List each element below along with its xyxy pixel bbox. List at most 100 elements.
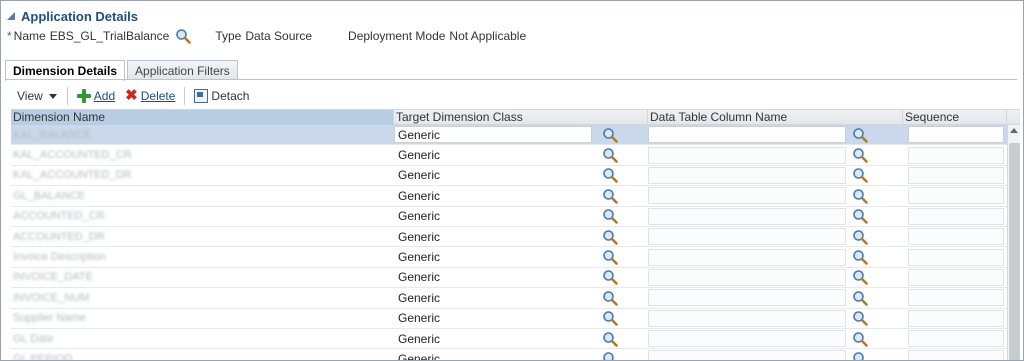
search-icon[interactable]	[850, 208, 870, 225]
view-menu-button[interactable]: View	[11, 86, 63, 106]
column-header-target-dimension-class[interactable]: Target Dimension Class	[394, 110, 648, 125]
sequence-input[interactable]	[908, 187, 1004, 205]
data-table-column-input[interactable]	[648, 350, 846, 360]
collapse-icon[interactable]	[7, 12, 15, 20]
add-button[interactable]: Add	[72, 86, 120, 106]
target-dimension-class-cell: Generic	[394, 268, 648, 287]
data-table-column-input[interactable]	[648, 166, 846, 184]
sequence-input[interactable]	[908, 166, 1004, 184]
table-row[interactable]: KAL_BALANCE	[11, 125, 1007, 146]
target-dimension-class-value: Generic	[398, 250, 441, 265]
toolbar-separator	[184, 87, 186, 105]
deployment-mode-value: Not Applicable	[449, 29, 527, 43]
table-row[interactable]: INVOICE_DATE Generic	[11, 268, 1007, 289]
search-icon[interactable]	[600, 310, 620, 327]
data-table-column-input[interactable]	[648, 228, 846, 246]
search-icon[interactable]	[600, 188, 620, 204]
data-table-column-input[interactable]	[648, 268, 846, 286]
search-icon[interactable]	[850, 167, 870, 184]
tab-dimension-details[interactable]: Dimension Details	[5, 60, 126, 81]
sequence-input[interactable]	[908, 126, 1004, 144]
sequence-input[interactable]	[908, 268, 1004, 286]
search-icon[interactable]	[175, 28, 192, 44]
data-table-column-input[interactable]	[648, 309, 846, 327]
sequence-input[interactable]	[908, 350, 1004, 360]
search-icon[interactable]	[600, 331, 620, 347]
section-header[interactable]: Application Details	[7, 8, 138, 24]
column-header-dimension-name[interactable]: Dimension Name	[11, 110, 394, 125]
sequence-input[interactable]	[908, 207, 1004, 225]
dimension-name-cell: INVOICE_NUM	[11, 288, 394, 307]
scrollbar-thumb[interactable]	[1009, 143, 1020, 360]
sequence-cell	[903, 349, 1007, 360]
search-icon[interactable]	[850, 147, 870, 163]
data-table-column-cell	[648, 145, 903, 164]
search-icon[interactable]	[600, 229, 620, 245]
vertical-scrollbar[interactable]	[1007, 125, 1020, 360]
column-header-sequence[interactable]: Sequence	[903, 110, 1007, 125]
search-icon[interactable]	[850, 351, 870, 360]
target-dimension-class-input[interactable]	[394, 126, 592, 144]
search-icon[interactable]	[600, 167, 620, 184]
search-icon[interactable]	[850, 229, 870, 245]
sequence-input[interactable]	[908, 330, 1004, 348]
table-row[interactable]: INVOICE_NUM Generic	[11, 288, 1007, 309]
table-row[interactable]: GL PERIOD Generic	[11, 349, 1007, 361]
target-dimension-class-cell: Generic	[394, 349, 648, 360]
column-header-data-table-column-name[interactable]: Data Table Column Name	[648, 110, 903, 125]
sequence-input[interactable]	[908, 248, 1004, 266]
target-dimension-class-value: Generic	[398, 270, 441, 285]
data-table-column-input[interactable]	[648, 146, 846, 164]
detach-button[interactable]: Detach	[189, 86, 254, 106]
dimension-name-value: GL_BALANCE	[13, 189, 86, 202]
detach-label: Detach	[211, 89, 250, 103]
data-table-column-input[interactable]	[648, 187, 846, 205]
search-icon[interactable]	[850, 188, 870, 204]
table-row[interactable]: Invoice Description Generic	[11, 247, 1007, 268]
search-icon[interactable]	[600, 351, 620, 360]
sequence-input[interactable]	[908, 309, 1004, 327]
search-icon[interactable]	[600, 269, 620, 286]
dimension-name-cell: ACCOUNTED_CR	[11, 207, 394, 226]
search-icon[interactable]	[850, 331, 870, 347]
search-icon[interactable]	[600, 127, 620, 143]
search-icon[interactable]	[600, 249, 620, 265]
table-row[interactable]: ACCOUNTED_CR Generic	[11, 207, 1007, 227]
search-icon[interactable]	[850, 310, 870, 327]
search-icon[interactable]	[850, 127, 870, 143]
sequence-input[interactable]	[908, 289, 1004, 307]
sequence-cell	[903, 268, 1007, 287]
table-row[interactable]: GL Date Generic	[11, 329, 1007, 350]
dimension-name-value: GL PERIOD	[13, 352, 73, 361]
sequence-input[interactable]	[908, 228, 1004, 246]
target-dimension-class-value: Generic	[398, 209, 441, 224]
sequence-input[interactable]	[908, 146, 1004, 164]
dimension-name-value: Supplier Name	[13, 312, 86, 325]
data-table-column-input[interactable]	[648, 126, 846, 144]
delete-label: Delete	[140, 89, 176, 103]
data-table-column-input[interactable]	[648, 248, 846, 266]
search-icon[interactable]	[850, 249, 870, 265]
dimension-name-cell: ACCOUNTED_DR	[11, 227, 394, 246]
tab-application-filters[interactable]: Application Filters	[127, 60, 238, 80]
data-table-column-input[interactable]	[648, 330, 846, 348]
delete-button[interactable]: ✖ Delete	[120, 86, 180, 106]
table-row[interactable]: Supplier Name Generic	[11, 309, 1007, 329]
target-dimension-class-cell: Generic	[394, 309, 648, 328]
data-table-column-input[interactable]	[648, 289, 846, 307]
sequence-cell	[903, 207, 1007, 226]
search-icon[interactable]	[850, 269, 870, 286]
dimension-name-cell: KAL_ACCOUNTED_CR	[11, 145, 394, 164]
table-row[interactable]: GL_BALANCE Generic	[11, 186, 1007, 207]
table-row[interactable]: KAL_ACCOUNTED_CR Generic	[11, 145, 1007, 166]
search-icon[interactable]	[600, 208, 620, 225]
dimension-name-cell: Invoice Description	[11, 247, 394, 266]
scroll-up-icon[interactable]	[1010, 128, 1018, 133]
table-row[interactable]: KAL_ACCOUNTED_DR Generic	[11, 166, 1007, 187]
data-table-column-input[interactable]	[648, 207, 846, 225]
search-icon[interactable]	[850, 290, 870, 306]
table-row[interactable]: ACCOUNTED_DR Generic	[11, 227, 1007, 248]
search-icon[interactable]	[600, 147, 620, 163]
search-icon[interactable]	[600, 290, 620, 306]
target-dimension-class-value: Generic	[398, 168, 441, 183]
